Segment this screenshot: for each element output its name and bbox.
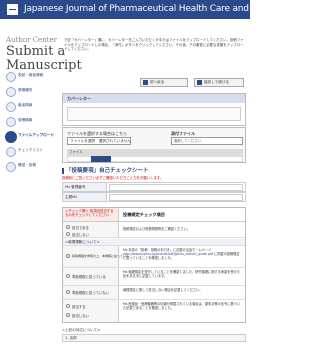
attachment-type-select[interactable]: 選択してください bbox=[171, 137, 243, 145]
save-continue-button[interactable]: 保存して続ける bbox=[194, 78, 244, 87]
option-label: 該当しない bbox=[72, 314, 89, 318]
step-2[interactable]: 原稿種別 bbox=[6, 87, 56, 101]
radio-yes[interactable] bbox=[66, 225, 70, 229]
choose-file-button[interactable]: ファイルを選択 選択されていません bbox=[67, 137, 131, 145]
option-cell: 該当である 該当しない bbox=[63, 222, 119, 237]
check-table: ＜チェック欄＞ 各項目該当するものをチェックしてください 投稿規定チェック項目 … bbox=[62, 207, 246, 323]
table-row: 投稿規程を参照の上、本規程に従っている Ms 本誌の「投稿・投稿の手引き」に記載… bbox=[63, 246, 245, 268]
brand-title-line2: Manuscript bbox=[6, 58, 82, 73]
step-6[interactable]: チェックリスト bbox=[6, 147, 56, 161]
journal-header: Japanese Journal of Pharmaceutical Healt… bbox=[0, 0, 290, 19]
option-cell: 準拠規程に従っていない bbox=[63, 286, 119, 299]
option-label: 投稿規程を参照の上、本規程に従っている bbox=[72, 254, 129, 258]
step-label: 原稿種別 bbox=[18, 88, 33, 92]
upload-button[interactable] bbox=[91, 156, 111, 162]
prev-button[interactable]: 前へ戻る bbox=[140, 78, 188, 87]
step-label: 表紙・著者情報 bbox=[18, 73, 44, 77]
step-label: ファイルアップロード bbox=[18, 133, 54, 137]
row-description: Ms 本誌の「投稿・投稿の手引き」に記載の当会ホームページ http://www… bbox=[123, 248, 241, 261]
step-circle-icon bbox=[5, 131, 17, 143]
section-subheader: <倫理規範について> bbox=[63, 239, 245, 246]
step-1[interactable]: 表紙・著者情報 bbox=[6, 72, 56, 86]
brand-subtitle: Author Center bbox=[6, 36, 57, 44]
step-3[interactable]: 著者情報 bbox=[6, 102, 56, 116]
option-label: 該当しない bbox=[72, 233, 89, 237]
file-table-header: ファイル bbox=[67, 149, 243, 156]
option-label: 準拠規程に従っている bbox=[72, 275, 106, 279]
row-description: 倫理規定に関して該当しない理由を記載してください。 bbox=[123, 288, 203, 292]
radio-option[interactable] bbox=[66, 290, 70, 294]
checklist-warning: 投稿前にご覧ください必ずご確認いただきご入力をお願いします。 bbox=[62, 176, 164, 180]
option-cell: 投稿規程を参照の上、本規程に従っている bbox=[63, 246, 129, 267]
reason-heading: <上記の対応について> bbox=[62, 328, 101, 332]
cover-letter-input[interactable] bbox=[67, 107, 241, 121]
table-row: 準拠規程に従っていない 倫理規定に関して該当しない理由を記載してください。 bbox=[63, 286, 245, 300]
step-circle-icon bbox=[6, 117, 16, 127]
save-label: 保存して続ける bbox=[204, 80, 230, 84]
field-label: 主題Ms bbox=[63, 193, 107, 201]
cover-letter-heading: カバーレター bbox=[63, 94, 245, 103]
menu-icon[interactable] bbox=[7, 4, 18, 15]
ms-number-input[interactable] bbox=[109, 184, 243, 191]
prev-label: 前へ戻る bbox=[150, 80, 165, 84]
check-column-header: ＜チェック欄＞ 各項目該当するものをチェックしてください bbox=[63, 208, 119, 222]
option-label: 準拠規程に従っていない bbox=[72, 291, 110, 295]
step-5[interactable]: ファイルアップロード bbox=[5, 131, 56, 146]
option-label: 該当である bbox=[72, 226, 89, 230]
step-circle-icon bbox=[6, 87, 16, 97]
top-buttons: 前へ戻る 保存して続ける bbox=[140, 78, 244, 88]
table-row: 該当である 該当しない 投稿規定および投稿規程等をご確認ください。 bbox=[63, 222, 245, 238]
step-circle-icon bbox=[6, 72, 16, 82]
subject-input[interactable] bbox=[109, 194, 243, 201]
step-7[interactable]: 確認・投稿 bbox=[6, 162, 56, 176]
checklist-title: 「投稿要項」自己チェックシート bbox=[62, 166, 149, 174]
ms-number-field: Ms 管理番号 bbox=[62, 182, 246, 192]
table-row: 該当する 該当しない Ms 医薬品・医療機器等の情報が掲載されている場合は、薬事… bbox=[63, 300, 245, 322]
back-icon bbox=[143, 80, 148, 85]
step-circle-icon bbox=[6, 162, 16, 172]
intro-text: 下記「カバーレター」欄に、カバーレターをご入力いただくかまたはファイルをアップロ… bbox=[64, 38, 244, 52]
reason-row[interactable]: 1. 名称 bbox=[62, 334, 246, 342]
radio-option[interactable] bbox=[66, 274, 70, 278]
step-label: 原稿情報 bbox=[18, 118, 33, 122]
row-description: Ms 倫理規定を遵守していることを確認しました。研究倫理に関する承認を受けた旨を… bbox=[123, 270, 240, 279]
file-upload-panel: ファイルを選択する場合はこちら ファイルを選択 選択されていません 添付ファイル… bbox=[62, 127, 246, 163]
radio-no[interactable] bbox=[66, 232, 70, 236]
field-label: Ms 管理番号 bbox=[63, 183, 107, 191]
brand-title-line1: Submit a bbox=[6, 44, 66, 59]
option-cell: 準拠規程に従っている bbox=[63, 268, 119, 285]
step-label: 著者情報 bbox=[18, 103, 33, 107]
step-label: チェックリスト bbox=[18, 148, 44, 152]
subject-field: 主題Ms bbox=[62, 192, 246, 202]
radio-option[interactable] bbox=[66, 254, 70, 258]
step-circle-icon bbox=[6, 147, 16, 157]
journal-title: Japanese Journal of Pharmaceutical Healt… bbox=[24, 4, 290, 14]
step-circle-icon bbox=[6, 102, 16, 112]
cover-letter-panel: カバーレター bbox=[62, 93, 246, 126]
checklist-title-text: 「投稿要項」自己チェックシート bbox=[66, 168, 149, 174]
row-description: 投稿規定および投稿規程等をご確認ください。 bbox=[123, 227, 190, 231]
title-bar-icon bbox=[62, 167, 64, 174]
option-cell: 該当する 該当しない bbox=[63, 300, 119, 322]
row-description: Ms 医薬品・医療機器等の情報が掲載されている場合は、薬事法等の法令に基づいた記… bbox=[123, 302, 240, 311]
save-icon bbox=[197, 80, 202, 85]
step-label: 確認・投稿 bbox=[18, 163, 36, 167]
option-label: 該当する bbox=[72, 305, 86, 309]
step-4[interactable]: 原稿情報 bbox=[6, 117, 56, 131]
radio-yes[interactable] bbox=[66, 304, 70, 308]
radio-no[interactable] bbox=[66, 313, 70, 317]
table-row: 準拠規程に従っている Ms 倫理規定を遵守していることを確認しました。研究倫理に… bbox=[63, 268, 245, 286]
items-column-header: 投稿規定チェック項目 bbox=[119, 208, 245, 222]
